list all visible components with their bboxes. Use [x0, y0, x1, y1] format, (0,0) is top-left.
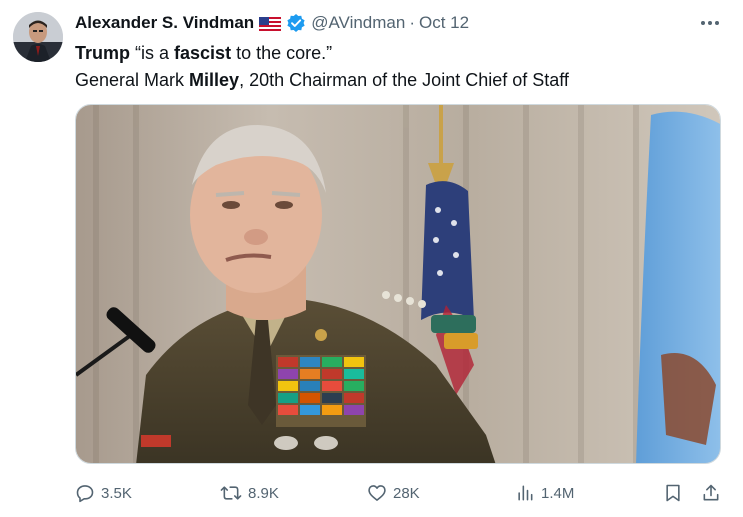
bookmark-button[interactable]	[663, 478, 689, 508]
tweet-card[interactable]: Alexander S. Vindman @AVindman · Oct 12	[0, 0, 743, 517]
tweet-text-line-1: Trump “is a fascist to the core.”	[75, 40, 569, 67]
tweet-text-line-2: General Mark Milley, 20th Chairman of th…	[75, 67, 569, 94]
reply-count: 3.5K	[101, 484, 132, 502]
reply-icon	[76, 485, 94, 503]
handle[interactable]: @AVindman	[311, 13, 405, 33]
action-bar: 3.5K 8.9K 28K 1.4M	[75, 478, 725, 508]
tweet-text: Trump “is a fascist to the core.” Genera…	[75, 40, 569, 94]
bookmark-icon	[666, 484, 680, 502]
share-icon	[703, 484, 719, 501]
heart-icon	[368, 485, 386, 501]
verified-badge-icon[interactable]	[286, 13, 306, 33]
tweet-date[interactable]: Oct 12	[419, 13, 469, 33]
reply-button[interactable]: 3.5K	[75, 478, 132, 508]
views-button[interactable]: 1.4M	[515, 478, 574, 508]
text-segment: , 20th Chairman of the Joint Chief of St…	[239, 70, 569, 90]
like-count: 28K	[393, 484, 420, 502]
share-button[interactable]	[701, 478, 727, 508]
text-segment: General Mark	[75, 70, 190, 90]
text-bold-fascist: fascist	[174, 43, 232, 63]
more-options-button[interactable]	[699, 14, 721, 32]
retweet-icon	[220, 486, 242, 500]
text-segment: “is a	[130, 43, 175, 63]
analytics-icon	[518, 485, 533, 501]
tweet-header: Alexander S. Vindman @AVindman · Oct 12	[75, 12, 469, 34]
avatar[interactable]	[13, 12, 63, 62]
separator-dot: ·	[409, 13, 415, 32]
retweet-count: 8.9K	[248, 484, 279, 502]
us-flag-icon	[258, 16, 282, 32]
display-name[interactable]: Alexander S. Vindman	[75, 13, 254, 33]
views-count: 1.4M	[541, 484, 575, 502]
avatar-image	[13, 12, 63, 62]
more-icon	[701, 21, 719, 25]
tweet-photo[interactable]	[75, 104, 721, 464]
like-button[interactable]: 28K	[367, 478, 420, 508]
retweet-button[interactable]: 8.9K	[220, 478, 279, 508]
text-bold-milley: Milley	[189, 70, 240, 90]
photo-image	[76, 105, 720, 463]
text-segment: to the core.”	[231, 43, 333, 63]
text-bold-trump: Trump	[75, 43, 131, 63]
